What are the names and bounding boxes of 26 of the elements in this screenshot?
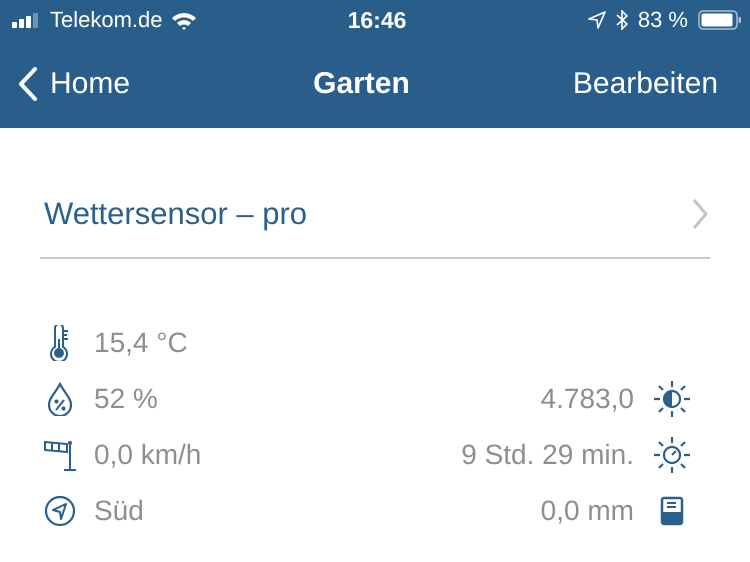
location-icon [588, 11, 606, 29]
battery-percentage: 83 % [638, 7, 688, 33]
reading-value: 0,0 mm [540, 495, 634, 527]
device-name: Wettersensor – pro [44, 196, 308, 232]
sun-half-icon [653, 380, 691, 418]
carrier-name: Telekom.de [50, 7, 163, 33]
edit-button[interactable]: Bearbeiten [572, 67, 718, 101]
page-title: Garten [313, 67, 410, 101]
back-button[interactable]: Home [18, 67, 130, 101]
chevron-right-icon [692, 198, 708, 230]
reading-value: 9 Std. 29 min. [461, 439, 634, 471]
humidity-drop-icon [46, 382, 74, 416]
reading-value: 4.783,0 [540, 383, 634, 415]
reading-value: 0,0 km/h [94, 439, 202, 471]
reading-value: 52 % [94, 383, 158, 415]
device-row[interactable]: Wettersensor – pro [40, 129, 710, 259]
windsock-icon [43, 438, 77, 472]
reading-value: 15,4 °C [94, 327, 188, 359]
reading-value: Süd [94, 495, 144, 527]
sun-clock-icon [653, 436, 691, 474]
clock: 16:46 [348, 6, 406, 34]
wifi-icon [170, 10, 197, 30]
battery-icon [698, 10, 742, 30]
rain-gauge-icon [660, 496, 684, 526]
bluetooth-icon [616, 10, 628, 30]
chevron-left-icon [18, 67, 38, 101]
